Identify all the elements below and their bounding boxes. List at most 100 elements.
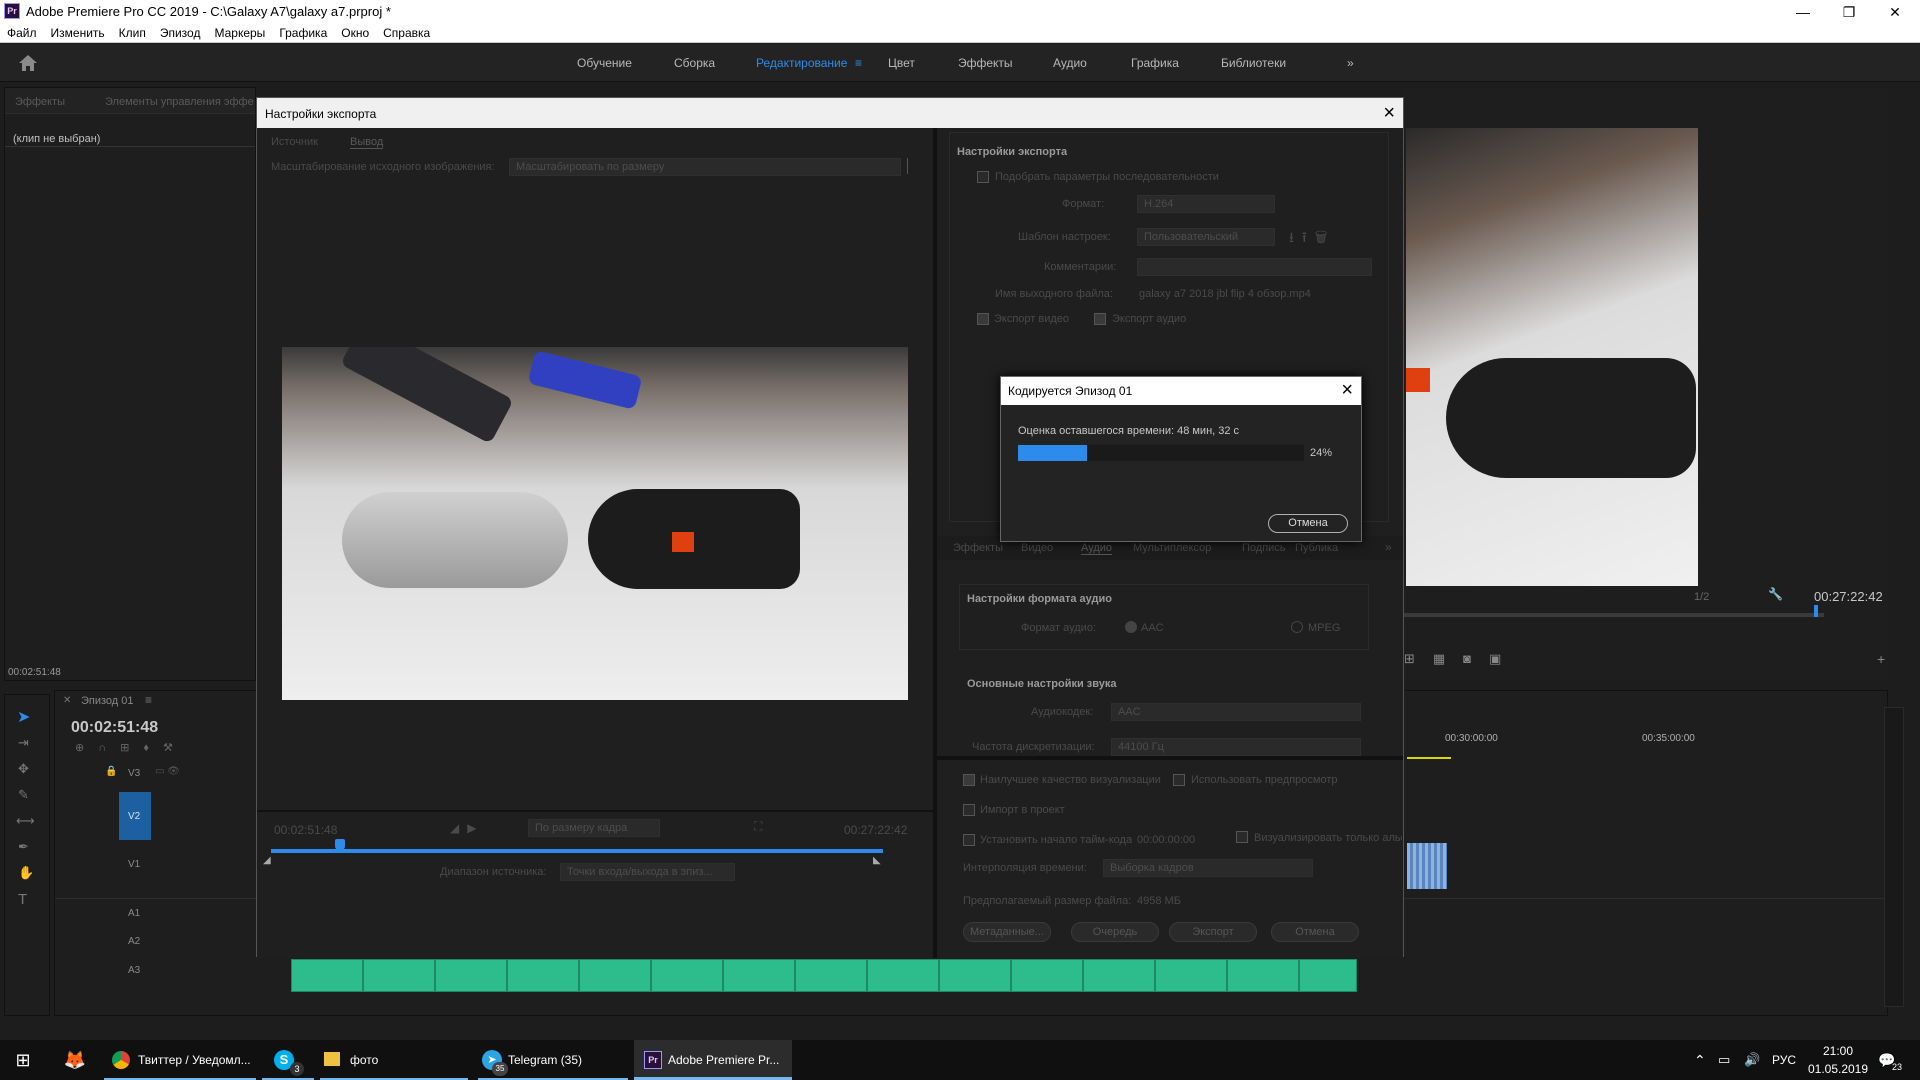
export-video-checkbox[interactable]: [977, 313, 989, 325]
program-playhead[interactable]: [1814, 605, 1818, 617]
out-point-handle[interactable]: ◣: [873, 855, 881, 866]
menu-markers[interactable]: Маркеры: [207, 23, 272, 40]
taskbar-telegram[interactable]: ➤ 35 Telegram (35): [478, 1040, 628, 1080]
in-point-handle[interactable]: ◢: [263, 855, 271, 866]
fit-select[interactable]: По размеру кадра: [528, 819, 660, 837]
fox-app-icon[interactable]: 🦊: [52, 1040, 98, 1080]
preset-select[interactable]: Пользовательский: [1137, 228, 1275, 246]
timeline-timecode[interactable]: 00:02:51:48: [71, 719, 158, 737]
sequence-tab[interactable]: Эпизод 01: [81, 695, 134, 707]
taskbar-premiere[interactable]: Pr Adobe Premiere Pr...: [634, 1040, 792, 1080]
set-start-tc-checkbox[interactable]: [963, 834, 975, 846]
type-tool-icon[interactable]: T: [18, 891, 27, 908]
taskbar-chrome[interactable]: Твиттер / Уведомл...: [104, 1040, 256, 1080]
workspace-tab-graphics[interactable]: Графика: [1131, 56, 1179, 70]
subtab-multiplexer[interactable]: Мультиплексор: [1133, 542, 1211, 554]
track-select-tool-icon[interactable]: ⇥: [18, 735, 29, 751]
preview-playhead[interactable]: [335, 839, 345, 851]
menu-edit[interactable]: Изменить: [44, 23, 112, 40]
minimize-button[interactable]: —: [1780, 2, 1826, 22]
scaling-select[interactable]: Масштабировать по размеру: [509, 158, 901, 176]
comments-input[interactable]: [1137, 258, 1372, 276]
sequence-tab-close-icon[interactable]: ✕: [63, 695, 71, 706]
action-center-icon[interactable]: 💬: [1878, 1040, 1895, 1080]
workspace-tab-color[interactable]: Цвет: [888, 56, 915, 70]
subtab-video[interactable]: Видео: [1021, 542, 1053, 554]
export-button[interactable]: Экспорт: [1169, 922, 1257, 942]
preset-actions-icons[interactable]: ⭳⭱🗑: [1289, 227, 1335, 251]
workspace-tab-libraries[interactable]: Библиотеки: [1221, 56, 1286, 70]
menu-sequence[interactable]: Эпизод: [153, 23, 208, 40]
tray-clock[interactable]: 21:00: [1808, 1044, 1868, 1058]
subtab-captions[interactable]: Подпись: [1242, 542, 1286, 554]
menu-clip[interactable]: Клип: [112, 23, 153, 40]
source-range-select[interactable]: Точки входа/выхода в эпиз...: [560, 863, 735, 881]
sequence-menu-icon[interactable]: ≡: [145, 693, 152, 707]
track-v2[interactable]: V2: [128, 811, 140, 822]
razor-tool-icon[interactable]: ✎: [18, 787, 29, 803]
ripple-edit-tool-icon[interactable]: ✥: [18, 761, 29, 777]
tab-source[interactable]: Источник: [271, 136, 318, 148]
max-quality-checkbox[interactable]: [963, 774, 975, 786]
render-alpha-checkbox[interactable]: [1236, 831, 1248, 843]
basic-audio-section[interactable]: Основные настройки звука: [967, 678, 1117, 690]
sample-rate-select[interactable]: 44100 Гц: [1111, 738, 1361, 756]
menu-window[interactable]: Окно: [334, 23, 376, 40]
mpeg-radio[interactable]: [1291, 621, 1303, 633]
pen-tool-icon[interactable]: ✒: [18, 839, 29, 855]
windows-start-icon[interactable]: ⊞: [0, 1040, 46, 1080]
source-range-bar[interactable]: [271, 849, 883, 853]
audio-format-section[interactable]: Настройки формата аудио: [967, 593, 1112, 605]
tray-network-icon[interactable]: ▭: [1718, 1040, 1730, 1080]
taskbar-skype[interactable]: S 3: [262, 1040, 314, 1080]
taskbar-folder[interactable]: фото: [320, 1040, 468, 1080]
add-button-icon[interactable]: +: [1877, 651, 1885, 667]
wrench-icon[interactable]: 🔧: [1768, 587, 1783, 601]
tray-language[interactable]: РУС: [1772, 1040, 1796, 1080]
hand-tool-icon[interactable]: ✋: [18, 865, 34, 881]
subtab-publish[interactable]: Публика: [1295, 542, 1338, 554]
menu-file[interactable]: Файл: [0, 23, 44, 40]
encoding-cancel-button[interactable]: Отмена: [1268, 514, 1348, 533]
track-toggle-icons[interactable]: ▭ 👁: [155, 766, 180, 777]
metadata-button[interactable]: Метаданные...: [963, 922, 1051, 942]
track-v3[interactable]: V3: [128, 768, 140, 779]
export-dialog-close-icon[interactable]: ×: [1383, 102, 1395, 125]
close-button[interactable]: ✕: [1872, 2, 1918, 22]
workspace-tab-audio[interactable]: Аудио: [1053, 56, 1087, 70]
track-v1[interactable]: V1: [128, 859, 140, 870]
audio-clip-a3[interactable]: [291, 959, 1357, 992]
workspace-tab-learning[interactable]: Обучение: [577, 56, 632, 70]
aac-radio[interactable]: [1125, 621, 1137, 633]
program-controls-icons[interactable]: ⊞▦◙▣: [1404, 651, 1519, 667]
tab-output[interactable]: Вывод: [350, 136, 384, 149]
start-tc-value[interactable]: 00:00:00:00: [1137, 834, 1195, 846]
track-a2[interactable]: A2: [128, 936, 140, 947]
video-clip-v1[interactable]: [1407, 843, 1447, 889]
slip-tool-icon[interactable]: ⟷: [16, 813, 35, 829]
restore-button[interactable]: ❐: [1826, 2, 1872, 22]
program-scrub-bar[interactable]: [1404, 613, 1824, 617]
workspaces-more-icon[interactable]: »: [1347, 56, 1354, 70]
track-a3[interactable]: A3: [128, 965, 140, 976]
time-interp-select[interactable]: Выборка кадров: [1103, 859, 1313, 877]
program-zoom[interactable]: 1/2: [1694, 591, 1709, 603]
track-a1[interactable]: A1: [128, 908, 140, 919]
work-area-bar[interactable]: [1407, 757, 1451, 759]
audio-codec-select[interactable]: AAC: [1111, 703, 1361, 721]
menu-help[interactable]: Справка: [376, 23, 437, 40]
import-project-checkbox[interactable]: [963, 804, 975, 816]
workspace-tab-assembly[interactable]: Сборка: [674, 56, 715, 70]
format-select[interactable]: H.264: [1137, 195, 1275, 213]
workspace-tab-editing[interactable]: Редактирование: [756, 56, 847, 70]
subtabs-more-icon[interactable]: »: [1385, 540, 1392, 554]
track-lock-icons[interactable]: 🔒: [105, 766, 117, 777]
export-settings-section[interactable]: Настройки экспорта: [957, 146, 1067, 158]
workspace-menu-icon[interactable]: ≡: [855, 56, 862, 70]
selection-tool-icon[interactable]: ➤: [17, 707, 30, 727]
workspace-tab-effects[interactable]: Эффекты: [958, 56, 1013, 70]
tray-date[interactable]: 01.05.2019: [1806, 1062, 1870, 1076]
tray-chevron-icon[interactable]: ⌃: [1694, 1040, 1706, 1080]
timeline-toolbar-icons[interactable]: ⊕∩⊞♦⚒: [75, 741, 187, 754]
encoding-dialog-close-icon[interactable]: ×: [1341, 379, 1353, 402]
